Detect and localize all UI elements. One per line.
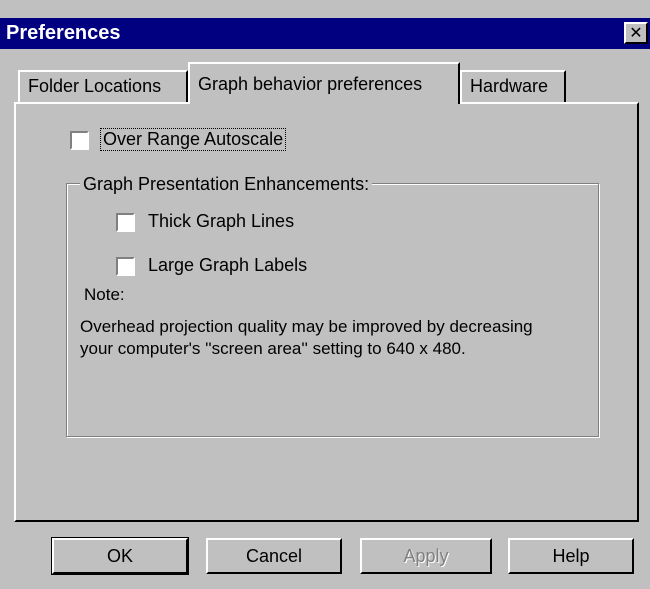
tab-label: Graph behavior preferences	[198, 74, 423, 94]
group-legend: Graph Presentation Enhancements:	[80, 174, 373, 195]
preferences-dialog: Preferences ✕ Folder Locations Graph beh…	[0, 0, 650, 589]
tab-graph-behavior-preferences[interactable]: Graph behavior preferences	[188, 62, 460, 104]
tab-label: Folder Locations	[28, 76, 162, 96]
graph-presentation-group	[66, 183, 599, 437]
tab-label: Hardware	[470, 76, 549, 96]
close-icon: ✕	[629, 23, 643, 42]
note-text: Overhead projection quality may be impro…	[80, 317, 533, 358]
over-range-autoscale-label[interactable]: Over Range Autoscale	[100, 128, 287, 151]
apply-button[interactable]: Apply	[360, 538, 492, 574]
over-range-autoscale-checkbox[interactable]	[70, 131, 89, 150]
title-bar[interactable]: Preferences ✕	[0, 18, 650, 49]
tab-hardware[interactable]: Hardware	[460, 70, 566, 102]
large-graph-labels-checkbox[interactable]	[116, 257, 135, 276]
tab-folder-locations[interactable]: Folder Locations	[18, 70, 188, 102]
ok-button[interactable]: OK	[51, 537, 189, 575]
thick-graph-lines-label[interactable]: Thick Graph Lines	[148, 211, 294, 232]
close-button[interactable]: ✕	[624, 22, 648, 44]
dialog-title: Preferences	[6, 22, 121, 44]
help-button[interactable]: Help	[508, 538, 634, 574]
note-label: Note:	[84, 285, 125, 304]
thick-graph-lines-checkbox[interactable]	[116, 213, 135, 232]
large-graph-labels-label[interactable]: Large Graph Labels	[148, 255, 307, 276]
cancel-button[interactable]: Cancel	[206, 538, 342, 574]
